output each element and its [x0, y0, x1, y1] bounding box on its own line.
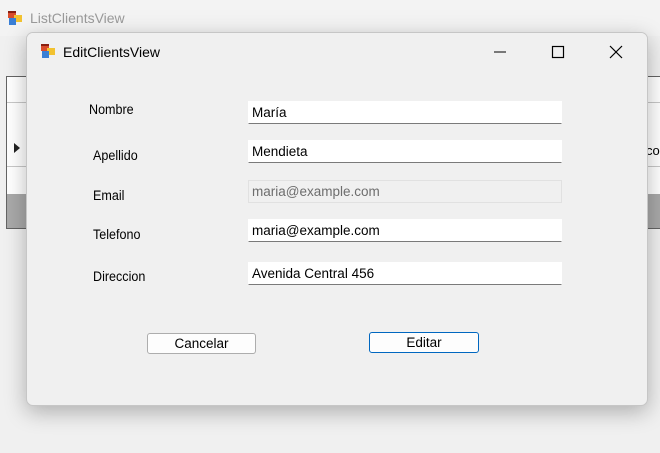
- grid-cell-partial: co: [646, 143, 660, 158]
- maximize-button[interactable]: [535, 33, 581, 71]
- current-row-arrow-icon: [14, 143, 20, 153]
- nombre-input[interactable]: [248, 101, 562, 124]
- maximize-icon: [551, 45, 565, 59]
- edit-clients-dialog: EditClientsView Nombre Apellido Email Te…: [26, 32, 648, 406]
- minimize-icon: [494, 51, 506, 53]
- direccion-label: Direccion: [93, 269, 146, 284]
- cancel-button[interactable]: Cancelar: [147, 333, 256, 354]
- close-icon: [609, 45, 623, 59]
- edit-button[interactable]: Editar: [369, 332, 479, 353]
- background-window-title: ListClientsView: [30, 10, 125, 26]
- background-titlebar: ListClientsView: [0, 0, 660, 36]
- telefono-input[interactable]: [248, 219, 562, 242]
- telefono-label: Telefono: [93, 227, 141, 242]
- apellido-input[interactable]: [248, 140, 562, 163]
- direccion-input[interactable]: [248, 262, 562, 285]
- dialog-app-icon: [40, 43, 56, 59]
- email-label: Email: [93, 188, 125, 203]
- nombre-label: Nombre: [89, 102, 134, 117]
- app-icon: [7, 10, 23, 26]
- close-button[interactable]: [593, 33, 639, 71]
- apellido-label: Apellido: [93, 148, 138, 163]
- dialog-titlebar[interactable]: EditClientsView: [27, 33, 647, 71]
- minimize-button[interactable]: [477, 33, 523, 71]
- email-input[interactable]: [248, 180, 562, 203]
- dialog-title: EditClientsView: [63, 44, 161, 60]
